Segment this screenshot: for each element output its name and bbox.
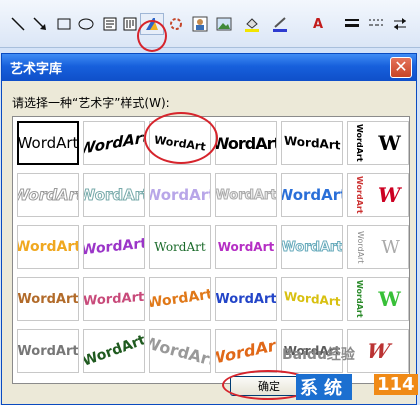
dash-style-icon[interactable] [364, 13, 388, 35]
style-5-4[interactable]: WordArt [215, 329, 277, 373]
style-2-4[interactable]: WordArt [215, 173, 277, 217]
style-5-1[interactable]: WordArt [17, 329, 79, 373]
picture-icon[interactable] [212, 13, 236, 35]
dialog-title: 艺术字库 [10, 62, 63, 77]
style-4-1[interactable]: WordArt [17, 277, 79, 321]
style-1-4[interactable]: WordArt [215, 121, 277, 165]
style-2-2[interactable]: WordArt [83, 173, 145, 217]
style-2-3[interactable]: WordArt [149, 173, 211, 217]
wordart-highlight-circle [137, 20, 167, 52]
fill-color-icon[interactable] [240, 13, 264, 35]
site-watermark-number: 114 [374, 374, 418, 395]
style-4-6[interactable]: WordArt W [347, 277, 409, 321]
style-3-5[interactable]: WordArt [281, 225, 343, 269]
style-4-3[interactable]: WordArt [149, 277, 211, 321]
site-watermark: 系统 [296, 374, 352, 400]
style-1-6[interactable]: WordArt W [347, 121, 409, 165]
oval-tool-icon[interactable] [74, 13, 98, 35]
rectangle-tool-icon[interactable] [52, 13, 76, 35]
line-tool-icon[interactable] [6, 13, 30, 35]
style-5-3[interactable]: WordArt [149, 329, 211, 373]
clip-art-icon[interactable] [188, 13, 212, 35]
font-color-icon[interactable]: A [306, 13, 330, 35]
style-2-5[interactable]: WordArt [281, 173, 343, 217]
style-2-6[interactable]: WordArt W [347, 173, 409, 217]
baidu-watermark: Baidu经验 [282, 347, 355, 363]
style-prompt: 请选择一种“艺术字”样式(W): [12, 96, 170, 110]
style-5-6[interactable]: W [347, 329, 409, 373]
style-3-4[interactable]: WordArt [215, 225, 277, 269]
font-color-glyph: A [312, 16, 324, 32]
close-button[interactable]: ✕ [390, 57, 412, 78]
style-3-6[interactable]: WordArt W [347, 225, 409, 269]
dialog-titlebar: 艺术字库 ✕ [2, 54, 416, 81]
style-1-2[interactable]: WordArt [83, 121, 145, 165]
line-style-icon[interactable] [340, 13, 364, 35]
style-1-5[interactable]: WordArt [281, 121, 343, 165]
style-3-2[interactable]: WordArt [83, 225, 145, 269]
arrow-style-icon[interactable] [388, 13, 412, 35]
style-4-4[interactable]: WordArt [215, 277, 277, 321]
style-4-2[interactable]: WordArt [83, 277, 145, 321]
arrow-tool-icon[interactable] [28, 13, 52, 35]
line-color-icon[interactable] [268, 13, 292, 35]
style-4-5[interactable]: WordArt [281, 277, 343, 321]
style-3-3[interactable]: WordArt [149, 225, 211, 269]
style-5-2[interactable]: WordArt [83, 329, 145, 373]
style-3-1[interactable]: WordArt [17, 225, 79, 269]
drawing-toolbar: A [0, 0, 420, 48]
diagram-icon[interactable] [164, 13, 188, 35]
style-1-1[interactable]: WordArt [17, 121, 79, 165]
style-2-1[interactable]: WordArt [17, 173, 79, 217]
style-selection-circle [144, 112, 218, 164]
